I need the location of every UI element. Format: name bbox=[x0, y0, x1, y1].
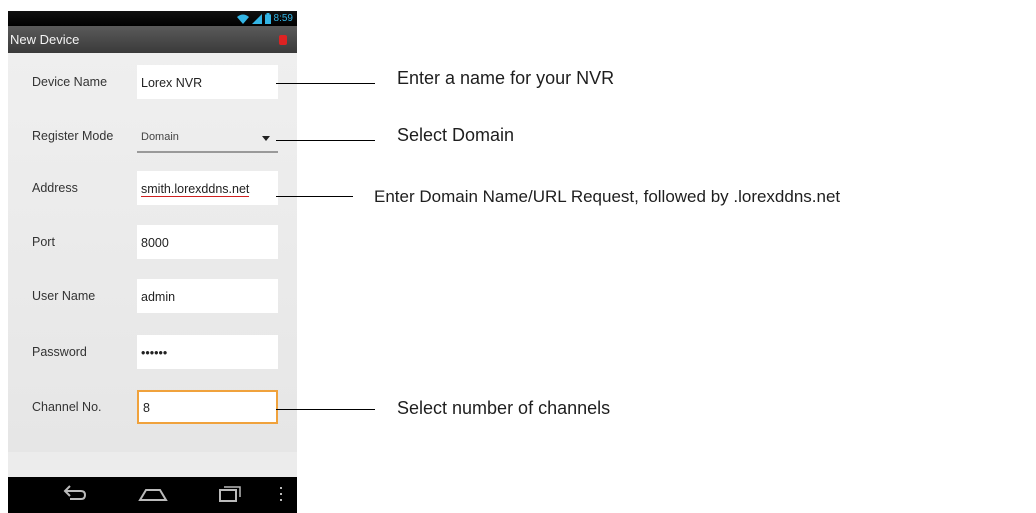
channel-callout: Select number of channels bbox=[397, 398, 611, 418]
status-icons: 8:59 bbox=[236, 12, 293, 25]
register-mode-callout: Select Domain bbox=[397, 125, 515, 145]
user-name-label: User Name bbox=[32, 289, 96, 303]
phone-screen: 8:59 New Device Device Name Lorex NVR Re… bbox=[8, 0, 297, 513]
device-name-row: Device Name Lorex NVR bbox=[8, 63, 297, 103]
port-field[interactable]: 8000 bbox=[137, 225, 278, 259]
port-row: Port 8000 bbox=[8, 223, 297, 263]
status-time: 8:59 bbox=[273, 13, 293, 24]
channel-no-label: Channel No. bbox=[32, 400, 102, 414]
battery-icon bbox=[264, 13, 271, 24]
channel-no-field[interactable]: 8 bbox=[137, 390, 278, 424]
back-icon[interactable] bbox=[62, 483, 88, 510]
password-field[interactable]: •••••• bbox=[137, 335, 278, 369]
password-label: Password bbox=[32, 345, 87, 359]
recent-apps-icon[interactable] bbox=[218, 483, 242, 510]
register-mode-value: Domain bbox=[141, 131, 179, 143]
port-label: Port bbox=[32, 235, 55, 249]
user-name-field[interactable]: admin bbox=[137, 279, 278, 313]
channel-no-row: Channel No. 8 bbox=[8, 388, 297, 428]
address-field[interactable]: smith.lorexddns.net bbox=[137, 171, 278, 205]
device-name-label: Device Name bbox=[32, 75, 108, 89]
register-mode-select[interactable]: Domain bbox=[137, 119, 278, 153]
device-name-callout: Enter a name for your NVR bbox=[397, 68, 615, 88]
action-bar: New Device bbox=[8, 26, 297, 53]
register-mode-callout-line bbox=[276, 140, 375, 141]
page-title: New Device bbox=[10, 32, 80, 47]
address-callout-line bbox=[276, 196, 353, 197]
wifi-icon bbox=[236, 14, 249, 24]
address-callout: Enter Domain Name/URL Request, followed … bbox=[374, 187, 841, 206]
home-icon[interactable] bbox=[138, 483, 168, 510]
register-mode-row: Register Mode Domain bbox=[8, 117, 297, 157]
new-device-form: Device Name Lorex NVR Register Mode Doma… bbox=[8, 53, 297, 452]
navigation-bar bbox=[8, 452, 297, 513]
user-name-row: User Name admin bbox=[8, 277, 297, 317]
save-indicator-icon[interactable] bbox=[279, 35, 287, 45]
status-bar: 8:59 bbox=[8, 0, 297, 26]
address-row: Address smith.lorexddns.net bbox=[8, 169, 297, 209]
system-nav-bar bbox=[8, 477, 297, 513]
device-name-field[interactable]: Lorex NVR bbox=[137, 65, 278, 99]
menu-icon[interactable] bbox=[278, 486, 284, 507]
register-mode-label: Register Mode bbox=[32, 129, 114, 143]
address-label: Address bbox=[32, 181, 78, 195]
signal-icon bbox=[251, 13, 262, 24]
chevron-down-icon bbox=[262, 136, 270, 141]
device-name-callout-line bbox=[276, 83, 375, 84]
address-value: smith.lorexddns.net bbox=[141, 182, 250, 197]
password-row: Password •••••• bbox=[8, 333, 297, 373]
channel-callout-line bbox=[276, 409, 375, 410]
